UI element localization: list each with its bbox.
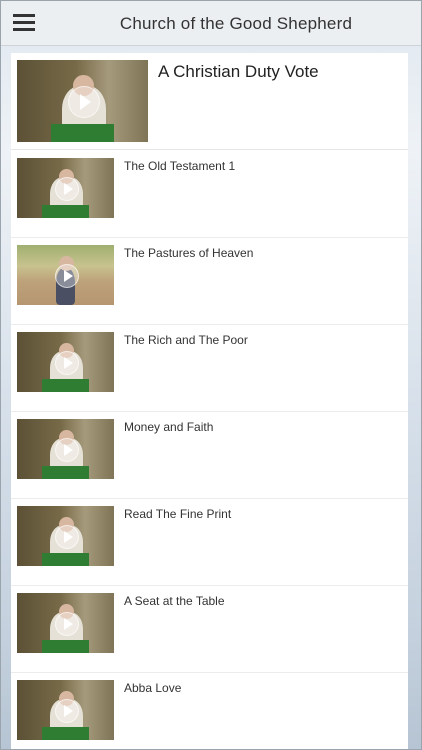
play-icon[interactable] xyxy=(54,438,79,462)
play-icon[interactable] xyxy=(54,612,79,636)
video-title[interactable]: The Pastures of Heaven xyxy=(124,246,253,260)
video-list-item[interactable]: Money and Faith xyxy=(11,411,408,499)
video-title[interactable]: Read The Fine Print xyxy=(124,507,231,521)
video-thumbnail[interactable] xyxy=(17,680,114,740)
video-thumbnail[interactable] xyxy=(17,593,114,653)
video-title[interactable]: Money and Faith xyxy=(124,420,213,434)
video-title[interactable]: The Old Testament 1 xyxy=(124,159,235,173)
featured-video-title[interactable]: A Christian Duty Vote xyxy=(158,62,319,82)
play-icon[interactable] xyxy=(54,351,79,375)
lectern xyxy=(42,465,89,479)
app-header: Church of the Good Shepherd xyxy=(1,1,421,46)
play-icon[interactable] xyxy=(67,86,100,118)
menu-bar xyxy=(13,14,35,17)
lectern xyxy=(42,552,89,566)
video-thumbnail[interactable] xyxy=(17,60,148,142)
video-thumbnail[interactable] xyxy=(17,506,114,566)
hamburger-menu-icon[interactable] xyxy=(13,12,37,32)
scrollbar[interactable] xyxy=(415,53,419,743)
video-title[interactable]: Abba Love xyxy=(124,681,181,695)
lectern xyxy=(42,378,89,392)
lectern xyxy=(42,204,89,218)
page-title: Church of the Good Shepherd xyxy=(119,14,353,33)
lectern xyxy=(42,726,89,740)
video-thumbnail[interactable] xyxy=(17,332,114,392)
video-list-item[interactable]: A Seat at the Table xyxy=(11,585,408,673)
menu-bar xyxy=(13,21,35,24)
lectern xyxy=(42,639,89,653)
video-list: A Christian Duty Vote The Old Testament … xyxy=(11,53,408,749)
video-thumbnail[interactable] xyxy=(17,158,114,218)
video-title[interactable]: The Rich and The Poor xyxy=(124,333,248,347)
play-icon[interactable] xyxy=(54,264,79,288)
lectern xyxy=(51,123,114,142)
play-icon[interactable] xyxy=(54,177,79,201)
video-list-item[interactable]: Read The Fine Print xyxy=(11,498,408,586)
menu-bar xyxy=(13,28,35,31)
play-icon[interactable] xyxy=(54,525,79,549)
app-window: Church of the Good Shepherd A Christian … xyxy=(0,0,422,750)
video-thumbnail[interactable] xyxy=(17,245,114,305)
play-icon[interactable] xyxy=(54,699,79,723)
featured-video[interactable]: A Christian Duty Vote xyxy=(11,53,408,150)
video-list-item[interactable]: The Rich and The Poor xyxy=(11,324,408,412)
video-title[interactable]: A Seat at the Table xyxy=(124,594,225,608)
video-thumbnail[interactable] xyxy=(17,419,114,479)
video-list-item[interactable]: The Pastures of Heaven xyxy=(11,237,408,325)
video-list-item[interactable]: Abba Love xyxy=(11,672,408,749)
video-list-item[interactable]: The Old Testament 1 xyxy=(11,150,408,238)
